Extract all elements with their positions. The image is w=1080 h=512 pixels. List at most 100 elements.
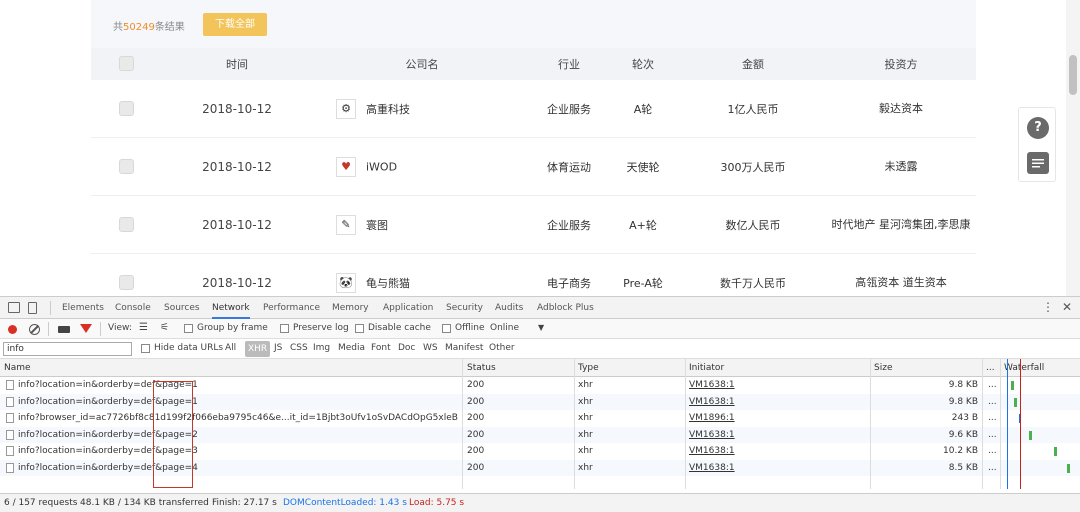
row-checkbox[interactable] bbox=[119, 275, 134, 290]
filter-js[interactable]: JS bbox=[274, 343, 282, 353]
overview-icon[interactable]: ⚟ bbox=[160, 322, 169, 333]
request-name[interactable]: info?location=in&orderby=def&page=3 bbox=[18, 446, 458, 456]
results-card: 共50249条结果 下载全部 时间 公司名 行业 轮次 金额 投资方 2018-… bbox=[91, 0, 976, 296]
filter-css[interactable]: CSS bbox=[290, 343, 308, 353]
request-name[interactable]: info?browser_id=ac7726bf8c81d199f2f066eb… bbox=[18, 413, 458, 423]
throttling-select[interactable]: Online bbox=[490, 323, 519, 333]
filter-font[interactable]: Font bbox=[371, 343, 391, 353]
more-menu-icon[interactable]: ⋮ bbox=[1042, 300, 1054, 314]
request-status: 200 bbox=[467, 380, 485, 390]
col-name[interactable]: Name bbox=[4, 363, 31, 373]
dom-content-loaded-marker bbox=[1007, 359, 1008, 489]
filter-manifest[interactable]: Manifest bbox=[445, 343, 483, 353]
company-name[interactable]: 高重科技 bbox=[366, 101, 410, 117]
col-round: 轮次 bbox=[632, 58, 654, 71]
col-waterfall[interactable]: Waterfall bbox=[1004, 363, 1044, 373]
filter-input[interactable] bbox=[3, 342, 132, 356]
page-scroll-thumb[interactable] bbox=[1069, 55, 1077, 95]
request-initiator[interactable]: VM1896:1 bbox=[689, 413, 735, 423]
request-more: ... bbox=[988, 429, 997, 440]
request-more: ... bbox=[988, 396, 997, 407]
preserve-log-checkbox[interactable] bbox=[280, 324, 289, 333]
col-status[interactable]: Status bbox=[467, 363, 496, 373]
hide-data-urls-checkbox[interactable] bbox=[141, 344, 150, 353]
waterfall-bar bbox=[1029, 430, 1032, 440]
request-size: 8.5 KB bbox=[948, 462, 978, 473]
column-divider bbox=[1000, 359, 1001, 489]
filter-all[interactable]: All bbox=[225, 343, 236, 353]
tab-application[interactable]: Application bbox=[383, 297, 433, 319]
inspect-element-icon[interactable] bbox=[8, 302, 20, 313]
col-type[interactable]: Type bbox=[578, 363, 599, 373]
col-initiator[interactable]: Initiator bbox=[689, 363, 724, 373]
request-initiator[interactable]: VM1638:1 bbox=[689, 397, 735, 407]
tab-security[interactable]: Security bbox=[446, 297, 483, 319]
tab-console[interactable]: Console bbox=[115, 297, 151, 319]
filter-icon[interactable] bbox=[80, 324, 92, 333]
company-name[interactable]: iWOD bbox=[366, 160, 397, 173]
offline-checkbox[interactable] bbox=[442, 324, 451, 333]
file-icon bbox=[6, 380, 14, 390]
large-rows-icon[interactable]: ☰ bbox=[139, 322, 148, 333]
table-row[interactable]: 2018-10-12 ♥ iWOD 体育运动 天使轮 300万人民币 未透露 bbox=[91, 138, 976, 196]
download-all-button[interactable]: 下载全部 bbox=[203, 13, 267, 36]
request-status: 200 bbox=[467, 413, 485, 423]
row-investor[interactable]: 时代地产 星河湾集团,李思康 bbox=[831, 217, 971, 233]
tab-sources[interactable]: Sources bbox=[164, 297, 200, 319]
filter-other[interactable]: Other bbox=[489, 343, 515, 353]
col-investor: 投资方 bbox=[884, 58, 918, 71]
row-checkbox[interactable] bbox=[119, 217, 134, 232]
group-by-frame-checkbox[interactable] bbox=[184, 324, 193, 333]
table-row[interactable]: 2018-10-12 ⚙ 高重科技 企业服务 A轮 1亿人民币 毅达资本 bbox=[91, 80, 976, 138]
company-name[interactable]: 龟与熊猫 bbox=[366, 275, 410, 291]
tab-memory[interactable]: Memory bbox=[332, 297, 369, 319]
help-icon[interactable]: ? bbox=[1027, 117, 1049, 139]
request-initiator[interactable]: VM1638:1 bbox=[689, 430, 735, 440]
table-row[interactable]: 2018-10-12 🐼 龟与熊猫 电子商务 Pre-A轮 数千万人民币 高瓴资… bbox=[91, 254, 976, 296]
tab-adblock-plus[interactable]: Adblock Plus bbox=[537, 297, 594, 319]
col-size[interactable]: Size bbox=[874, 363, 892, 373]
filter-media[interactable]: Media bbox=[338, 343, 365, 353]
separator bbox=[50, 301, 51, 315]
filter-doc[interactable]: Doc bbox=[398, 343, 415, 353]
row-investor[interactable]: 毅达资本 bbox=[831, 101, 971, 117]
camera-icon[interactable] bbox=[58, 326, 70, 333]
col-more[interactable]: ... bbox=[986, 363, 995, 373]
company-name[interactable]: 寰图 bbox=[366, 217, 388, 233]
chevron-down-icon[interactable]: ▼ bbox=[538, 323, 544, 332]
row-round: 天使轮 bbox=[626, 160, 660, 174]
row-checkbox[interactable] bbox=[119, 101, 134, 116]
clear-icon[interactable] bbox=[29, 324, 40, 335]
request-size: 9.8 KB bbox=[948, 380, 978, 390]
row-amount: 数千万人民币 bbox=[720, 276, 786, 290]
row-date: 2018-10-12 bbox=[202, 217, 272, 232]
tab-network[interactable]: Network bbox=[212, 297, 250, 319]
separator bbox=[100, 322, 101, 336]
request-initiator[interactable]: VM1638:1 bbox=[689, 380, 735, 390]
request-name[interactable]: info?location=in&orderby=def&page=1 bbox=[18, 397, 458, 407]
tab-performance[interactable]: Performance bbox=[263, 297, 320, 319]
row-investor[interactable]: 高瓴资本 道生资本 bbox=[831, 275, 971, 291]
request-name[interactable]: info?location=in&orderby=def&page=2 bbox=[18, 430, 458, 440]
select-all-checkbox[interactable] bbox=[119, 56, 134, 71]
request-size: 9.6 KB bbox=[948, 429, 978, 440]
tab-audits[interactable]: Audits bbox=[495, 297, 523, 319]
request-name[interactable]: info?location=in&orderby=def&page=1 bbox=[18, 380, 458, 390]
request-initiator[interactable]: VM1638:1 bbox=[689, 463, 735, 473]
chat-icon[interactable] bbox=[1027, 152, 1049, 174]
request-type: xhr bbox=[578, 396, 593, 407]
row-investor[interactable]: 未透露 bbox=[831, 159, 971, 175]
filter-xhr[interactable]: XHR bbox=[245, 341, 271, 357]
tab-elements[interactable]: Elements bbox=[62, 297, 104, 319]
request-name[interactable]: info?location=in&orderby=def&page=4 bbox=[18, 463, 458, 473]
device-toolbar-icon[interactable] bbox=[28, 302, 37, 314]
filter-img[interactable]: Img bbox=[313, 343, 330, 353]
filter-ws[interactable]: WS bbox=[423, 343, 438, 353]
disable-cache-checkbox[interactable] bbox=[355, 324, 364, 333]
page-scrollbar[interactable] bbox=[1066, 0, 1080, 296]
request-initiator[interactable]: VM1638:1 bbox=[689, 446, 735, 456]
table-row[interactable]: 2018-10-12 ✎ 寰图 企业服务 A+轮 数亿人民币 时代地产 星河湾集… bbox=[91, 196, 976, 254]
record-icon[interactable] bbox=[8, 325, 17, 334]
close-icon[interactable]: ✕ bbox=[1062, 300, 1072, 314]
row-checkbox[interactable] bbox=[119, 159, 134, 174]
